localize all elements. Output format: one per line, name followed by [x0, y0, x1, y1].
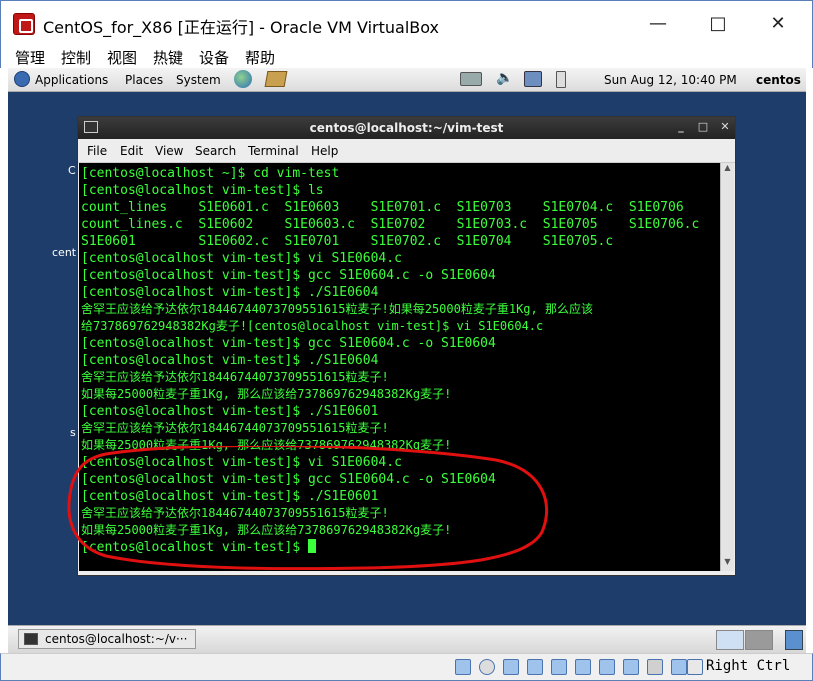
- applications-menu[interactable]: Applications: [35, 73, 108, 87]
- volume-icon[interactable]: 🔈: [496, 70, 513, 86]
- minimize-button[interactable]: —: [635, 9, 681, 39]
- terminal-line: [centos@localhost vim-test]$ ./S1E0601: [81, 404, 379, 419]
- menu-manage[interactable]: 管理: [15, 47, 45, 68]
- gnome-top-panel: Applications Places System 🔈 Sun Aug 12,…: [8, 68, 806, 92]
- virtualbox-logo-icon: [13, 13, 35, 35]
- network-icon[interactable]: [527, 659, 543, 675]
- scroll-down-icon[interactable]: ▼: [721, 557, 734, 571]
- window-titlebar: CentOS_for_X86 [正在运行] - Oracle VM Virtua…: [0, 0, 813, 46]
- desktop-icon-label: s: [70, 426, 76, 439]
- terminal-line: 如果每25000粒麦子重1Kg, 那么应该给737869762948382Kg麦…: [81, 387, 452, 401]
- mail-client-icon[interactable]: [264, 71, 288, 87]
- terminal-line: [centos@localhost vim-test]$ ./S1E0604: [81, 285, 379, 300]
- clock[interactable]: Sun Aug 12, 10:40 PM: [604, 73, 737, 87]
- audio-icon[interactable]: [503, 659, 519, 675]
- terminal-menu-file[interactable]: File: [87, 144, 107, 158]
- scroll-up-icon[interactable]: ▲: [721, 163, 734, 177]
- workspace-1[interactable]: [716, 630, 744, 650]
- vbox-menubar: 管理 控制 视图 热键 设备 帮助: [0, 46, 813, 68]
- terminal-minimize-icon[interactable]: _: [674, 120, 688, 134]
- terminal-line: [centos@localhost vim-test]$ gcc S1E0604…: [81, 336, 496, 351]
- menu-view[interactable]: 视图: [107, 47, 137, 68]
- desktop-icon-label: cent: [52, 246, 77, 259]
- shared-folders-icon[interactable]: [575, 659, 591, 675]
- guest-screen[interactable]: Applications Places System 🔈 Sun Aug 12,…: [8, 68, 806, 653]
- user-name[interactable]: centos: [756, 73, 801, 87]
- red-annotation-loop: [67, 446, 549, 570]
- terminal-line: [centos@localhost vim-test]$ gcc S1E0604…: [81, 268, 496, 283]
- terminal-line: [centos@localhost vim-test]$ ./S1E0604: [81, 353, 379, 368]
- display-icon[interactable]: [599, 659, 615, 675]
- taskbar-item-label: centos@localhost:~/v···: [45, 632, 188, 646]
- terminal-line: [centos@localhost vim-test]$ ls: [81, 183, 324, 198]
- terminal-menu-search[interactable]: Search: [195, 144, 236, 158]
- places-menu[interactable]: Places: [125, 73, 163, 87]
- vbox-statusbar: Right Ctrl: [0, 653, 813, 681]
- terminal-line: 舍罕王应该给予达依尔18446744073709551615粒麦子!如果每250…: [81, 302, 593, 316]
- hard-disk-icon[interactable]: [455, 659, 471, 675]
- video-capture-icon[interactable]: [623, 659, 639, 675]
- terminal-line: 舍罕王应该给予达依尔18446744073709551615粒麦子!: [81, 421, 389, 435]
- mouse-integration-icon[interactable]: [671, 659, 687, 675]
- menu-hotkey[interactable]: 热键: [153, 47, 183, 68]
- close-button[interactable]: ✕: [755, 9, 801, 39]
- menu-help[interactable]: 帮助: [245, 47, 275, 68]
- gnome-foot-icon: [14, 71, 30, 87]
- terminal-scrollbar[interactable]: ▲ ▼: [720, 163, 734, 571]
- terminal-close-icon[interactable]: ✕: [718, 120, 732, 134]
- browser-globe-icon[interactable]: [234, 70, 252, 88]
- workspace-2[interactable]: [745, 630, 773, 650]
- trash-icon[interactable]: [785, 630, 803, 650]
- terminal-task-icon: [24, 633, 38, 645]
- terminal-menu-help[interactable]: Help: [311, 144, 338, 158]
- terminal-line: count_lines.c S1E0602 S1E0603.c S1E0702 …: [81, 217, 700, 232]
- cpu-icon[interactable]: [647, 659, 663, 675]
- maximize-button[interactable]: □: [695, 9, 741, 39]
- terminal-line: 舍罕王应该给予达依尔18446744073709551615粒麦子!: [81, 370, 389, 384]
- network-applet-icon[interactable]: [460, 72, 482, 86]
- terminal-title: centos@localhost:~/vim-test: [309, 121, 504, 135]
- terminal-maximize-icon[interactable]: □: [696, 120, 710, 134]
- keyboard-capture-icon[interactable]: [687, 659, 703, 675]
- terminal-icon: [84, 121, 98, 133]
- desktop-icon-label: C: [68, 164, 76, 177]
- optical-drive-icon[interactable]: [479, 659, 495, 675]
- terminal-line: [centos@localhost ~]$ cd vim-test: [81, 166, 340, 181]
- network-status-icon[interactable]: [524, 71, 542, 87]
- taskbar-terminal-item[interactable]: centos@localhost:~/v···: [18, 629, 196, 649]
- gnome-bottom-panel: centos@localhost:~/v···: [8, 625, 806, 653]
- terminal-menubar: File Edit View Search Terminal Help: [78, 139, 735, 163]
- menu-control[interactable]: 控制: [61, 47, 91, 68]
- terminal-line: [centos@localhost vim-test]$ vi S1E0604.…: [81, 251, 402, 266]
- terminal-line: count_lines S1E0601.c S1E0603 S1E0701.c …: [81, 200, 684, 215]
- terminal-line: 给737869762948382Kg麦子![centos@localhost v…: [81, 319, 544, 333]
- menu-devices[interactable]: 设备: [199, 47, 229, 68]
- system-menu[interactable]: System: [176, 73, 221, 87]
- host-key-label: Right Ctrl: [706, 658, 791, 674]
- terminal-menu-terminal[interactable]: Terminal: [248, 144, 299, 158]
- window-title: CentOS_for_X86 [正在运行] - Oracle VM Virtua…: [43, 18, 440, 37]
- terminal-titlebar[interactable]: centos@localhost:~/vim-test _ □ ✕: [78, 117, 735, 139]
- terminal-line: S1E0601 S1E0602.c S1E0701 S1E0702.c S1E0…: [81, 234, 614, 249]
- battery-icon[interactable]: [556, 71, 566, 88]
- terminal-menu-view[interactable]: View: [155, 144, 183, 158]
- usb-icon[interactable]: [551, 659, 567, 675]
- terminal-menu-edit[interactable]: Edit: [120, 144, 143, 158]
